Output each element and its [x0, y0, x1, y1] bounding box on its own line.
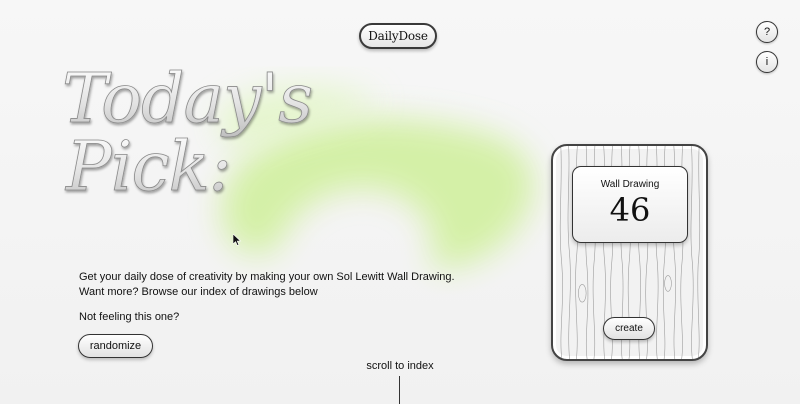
intro-line-2: Want more? Browse our index of drawings …: [79, 286, 318, 298]
wall-drawing-number: 46: [609, 191, 651, 229]
wall-drawing-label: Wall Drawing 46: [572, 166, 688, 243]
brand-logo-button[interactable]: DailyDose: [359, 23, 437, 49]
scroll-indicator-line: [399, 376, 400, 404]
randomize-button[interactable]: randomize: [78, 334, 153, 358]
scroll-to-index-link[interactable]: scroll to index: [360, 360, 440, 372]
wall-drawing-title: Wall Drawing: [600, 179, 660, 190]
hero-title-line1: Today's: [62, 60, 312, 139]
create-button[interactable]: create: [603, 317, 655, 340]
randomize-prompt: Not feeling this one?: [79, 311, 180, 323]
info-button[interactable]: i: [756, 51, 778, 73]
info-icon: i: [765, 56, 769, 68]
brand-label: DailyDose: [368, 29, 428, 43]
intro-text: Get your daily dose of creativity by mak…: [79, 270, 459, 300]
mouse-pointer-icon: [233, 234, 242, 246]
page: Today's Pick: DailyDose ? i Get your dai…: [0, 0, 800, 404]
wall-drawing-card: Wall Drawing 46 create: [551, 144, 708, 361]
intro-line-1: Get your daily dose of creativity by mak…: [79, 271, 455, 283]
help-icon: ?: [763, 26, 771, 38]
help-button[interactable]: ?: [756, 21, 778, 43]
hero-title-line2: Pick:: [64, 128, 231, 207]
